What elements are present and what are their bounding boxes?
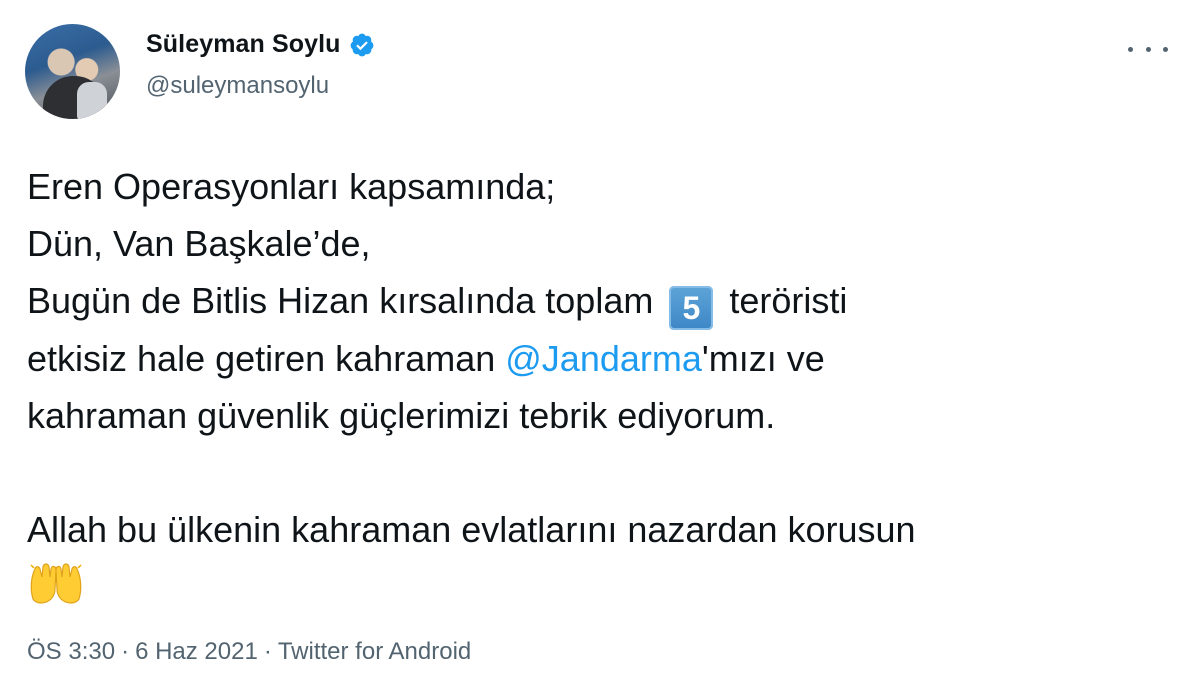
tweet-card: Süleyman Soylu @suleymansoylu Eren Opera…: [0, 0, 1200, 687]
tweet-line: Dün, Van Başkale’de,: [27, 223, 371, 264]
tweet-line: Eren Operasyonları kapsamında;: [27, 166, 556, 207]
avatar[interactable]: [25, 24, 120, 119]
tweet-text-segment: Bugün de Bitlis Hizan kırsalında toplam: [27, 280, 654, 321]
tweet-text-segment: teröristi: [729, 280, 848, 321]
avatar-figure-child: [77, 82, 107, 119]
more-options-dot: [1145, 46, 1151, 52]
tweet-line: Allah bu ülkenin kahraman evlatlarını na…: [27, 509, 916, 550]
raising-hands-icon: [30, 563, 82, 604]
mention-link[interactable]: @Jandarma: [505, 338, 702, 379]
tweet-text-segment: 'mızı ve: [701, 338, 825, 379]
tweet-line: [27, 558, 1177, 615]
meta-separator: ·: [263, 638, 272, 665]
tweet-line: Bugün de Bitlis Hizan kırsalında toplam …: [27, 272, 1177, 330]
tweet-text: Eren Operasyonları kapsamında; Dün, Van …: [27, 158, 1177, 615]
tweet-date[interactable]: 6 Haz 2021: [135, 638, 258, 665]
tweet-text-segment: etkisiz hale getiren kahraman: [27, 338, 496, 379]
author-name[interactable]: Süleyman Soylu: [146, 30, 341, 59]
keycap-five-emoji: 5: [669, 286, 714, 330]
more-options-dot: [1128, 46, 1133, 52]
tweet-source[interactable]: Twitter for Android: [278, 638, 471, 665]
tweet-line: etkisiz hale getiren kahraman @Jandarma'…: [27, 330, 1177, 387]
meta-separator: ·: [121, 638, 130, 665]
tweet-time[interactable]: ÖS 3:30: [27, 638, 115, 665]
tweet-line: kahraman güvenlik güçlerimizi tebrik edi…: [27, 395, 776, 436]
more-options-icon[interactable]: [1128, 42, 1168, 56]
author-handle[interactable]: @suleymansoylu: [146, 72, 329, 100]
more-options-dot: [1163, 46, 1168, 52]
verified-badge-icon: [350, 33, 373, 56]
tweet-meta: ÖS 3:30 · 6 Haz 2021 · Twitter for Android: [27, 638, 471, 666]
author-name-row[interactable]: Süleyman Soylu: [146, 30, 375, 59]
